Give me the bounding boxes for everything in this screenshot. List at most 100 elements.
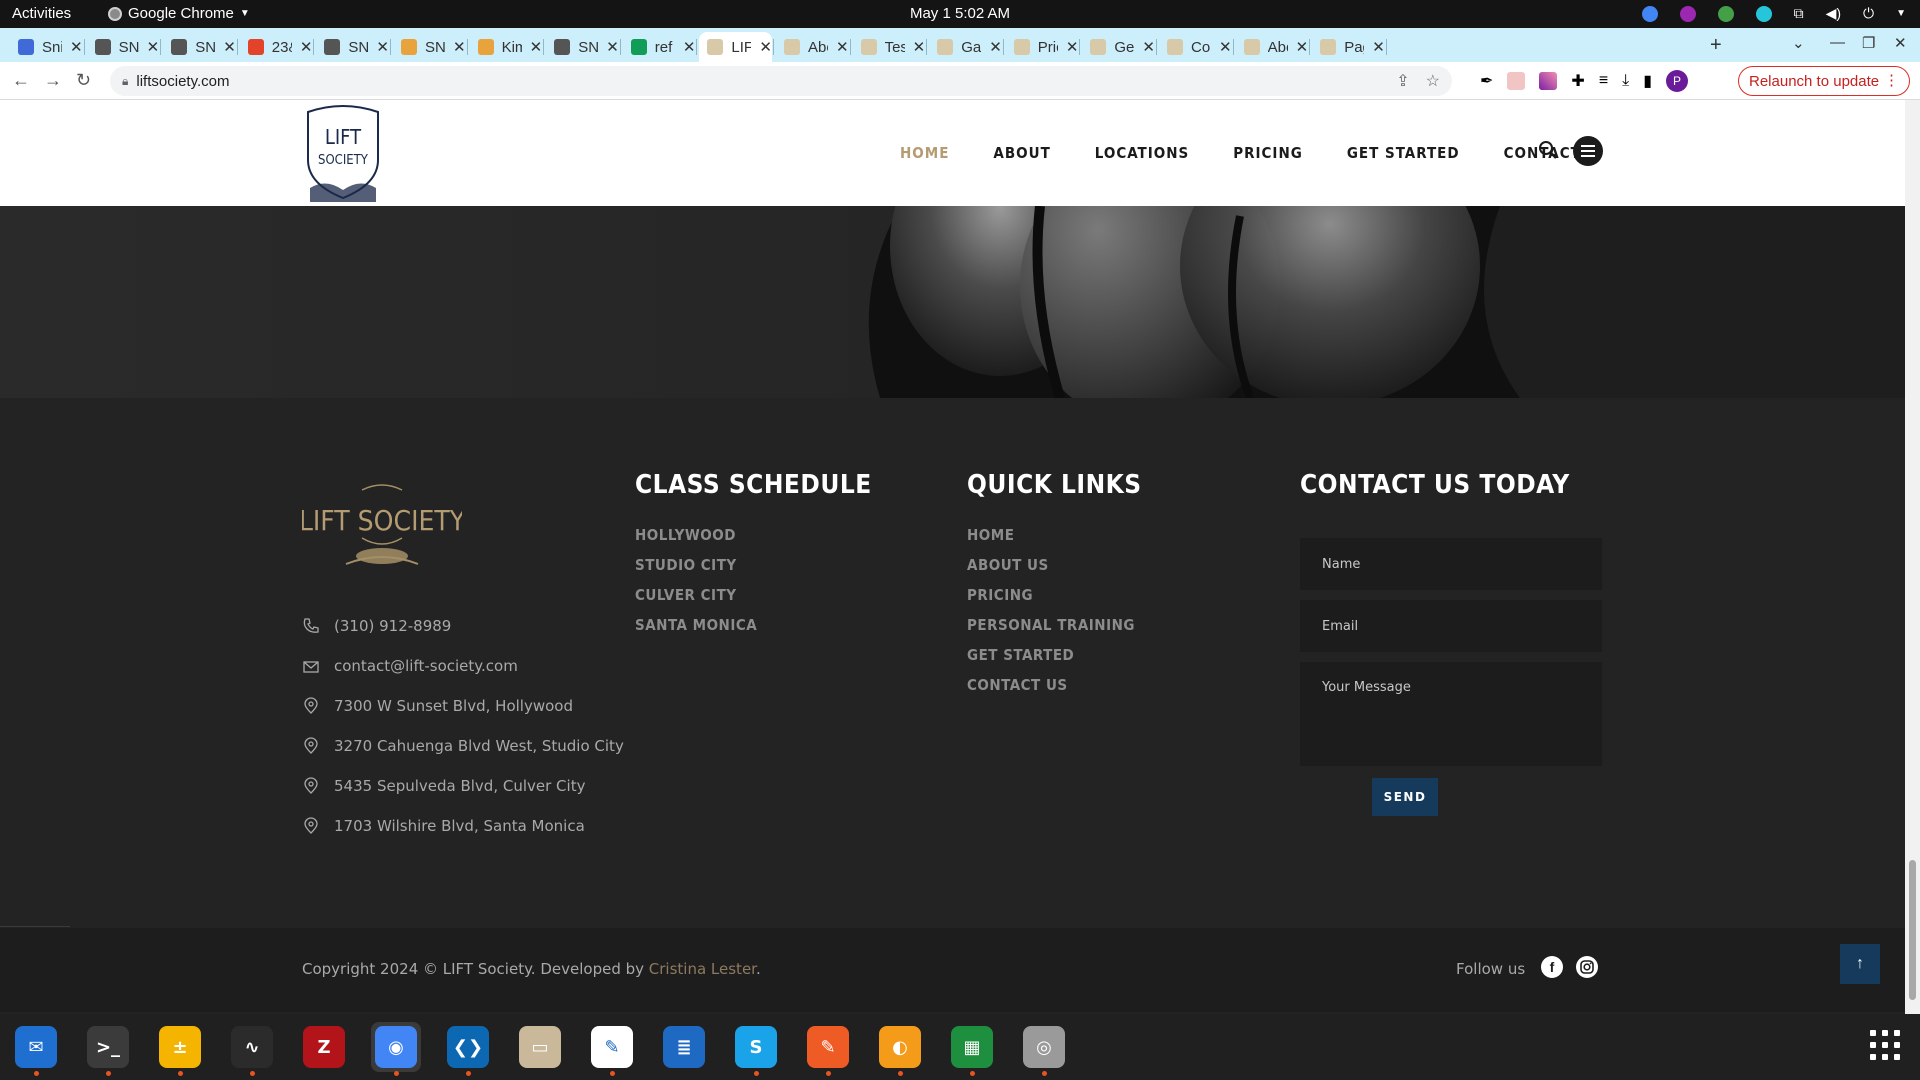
lock-icon[interactable]: 🔒︎ xyxy=(122,74,128,89)
app-menu[interactable]: Google Chrome ▼ xyxy=(108,5,250,22)
close-tab-icon[interactable]: ✕ xyxy=(300,38,313,56)
developer-link[interactable]: Cristina Lester xyxy=(649,960,756,978)
browser-tab[interactable]: 23&I ✕ xyxy=(240,32,315,62)
close-tab-icon[interactable]: ✕ xyxy=(70,38,83,56)
close-tab-icon[interactable]: ✕ xyxy=(989,38,1002,56)
browser-tab[interactable]: Kim ✕ xyxy=(470,32,545,62)
search-icon[interactable] xyxy=(1538,140,1558,165)
side-panel-icon[interactable]: ▮ xyxy=(1643,71,1652,91)
schedule-link-culver-city[interactable]: CULVER CITY xyxy=(635,586,757,616)
close-tab-icon[interactable]: ✕ xyxy=(606,38,619,56)
browser-tab[interactable]: SNiP ✕ xyxy=(87,32,162,62)
dock-filezilla-icon[interactable]: Z xyxy=(299,1022,349,1072)
quick-link-about-us[interactable]: ABOUT US xyxy=(967,556,1135,586)
show-applications-icon[interactable] xyxy=(1870,1030,1900,1060)
nav-locations[interactable]: LOCATIONS xyxy=(1095,144,1189,162)
kebab-menu-icon[interactable]: ⋮ xyxy=(1884,71,1899,89)
dock-postman-icon[interactable]: ✎ xyxy=(803,1022,853,1076)
volume-icon[interactable]: ◀) xyxy=(1826,5,1841,22)
tab-search-icon[interactable]: ⌄ xyxy=(1792,34,1805,52)
minimize-button[interactable]: — xyxy=(1830,34,1845,51)
back-button[interactable]: ← xyxy=(12,70,30,91)
puzzle-extensions-icon[interactable]: ✚ xyxy=(1571,71,1584,91)
forward-button[interactable]: → xyxy=(44,70,62,91)
system-tray[interactable]: ⧉ ◀) ⏻ ▼ xyxy=(1641,5,1906,22)
close-tab-icon[interactable]: ✕ xyxy=(1296,38,1309,56)
activities-button[interactable]: Activities xyxy=(12,5,71,22)
dock-calculator-icon[interactable]: ± xyxy=(155,1022,205,1076)
browser-tab[interactable]: SNiP ✕ xyxy=(393,32,468,62)
contact-email-row[interactable]: contact@lift-society.com xyxy=(302,646,624,686)
power-icon[interactable]: ⏻ xyxy=(1863,5,1874,22)
browser-tab[interactable]: Prici ✕ xyxy=(1006,32,1081,62)
clock[interactable]: May 1 5:02 AM xyxy=(910,5,1010,22)
back-to-top-button[interactable]: ↑ xyxy=(1840,944,1880,984)
browser-tab[interactable]: ref - ✕ xyxy=(623,32,698,62)
contact-email[interactable]: contact@lift-society.com xyxy=(334,657,518,675)
schedule-link-studio-city[interactable]: STUDIO CITY xyxy=(635,556,757,586)
close-tab-icon[interactable]: ✕ xyxy=(1142,38,1155,56)
relaunch-button[interactable]: Relaunch to update ⋮ xyxy=(1738,66,1910,96)
dock-thunderbird-icon[interactable]: ✉ xyxy=(11,1022,61,1076)
dock-text-editor-icon[interactable]: ✎ xyxy=(587,1022,637,1076)
bookmark-star-icon[interactable]: ☆ xyxy=(1426,71,1440,91)
close-tab-icon[interactable]: ✕ xyxy=(223,38,236,56)
nav-pricing[interactable]: PRICING xyxy=(1233,144,1303,162)
browser-tab[interactable]: Abo ✕ xyxy=(776,32,851,62)
dock-files-icon[interactable]: ▭ xyxy=(515,1022,565,1072)
update-tray-icon[interactable] xyxy=(1717,5,1734,22)
chrome-tray-icon[interactable] xyxy=(1641,5,1658,22)
close-window-button[interactable]: ✕ xyxy=(1894,34,1907,52)
instagram-icon[interactable] xyxy=(1576,956,1598,978)
app-tray-icon[interactable] xyxy=(1679,5,1696,22)
reload-button[interactable]: ↻ xyxy=(76,70,91,91)
browser-tab[interactable]: Snip ✕ xyxy=(10,32,85,62)
dock-disk-icon[interactable]: ◎ xyxy=(1019,1022,1069,1076)
new-tab-button[interactable]: + xyxy=(1710,34,1722,57)
page-scrollbar[interactable] xyxy=(1905,100,1920,1014)
close-tab-icon[interactable]: ✕ xyxy=(1066,38,1079,56)
color-extension-icon[interactable] xyxy=(1539,72,1558,90)
nav-get-started[interactable]: GET STARTED xyxy=(1347,144,1460,162)
site-logo[interactable]: LIFT SOCIETY xyxy=(302,102,384,204)
facebook-icon[interactable]: f xyxy=(1541,956,1563,978)
dock-system-monitor-icon[interactable]: ∿ xyxy=(227,1022,277,1076)
close-tab-icon[interactable]: ✕ xyxy=(147,38,160,56)
scrollbar-thumb[interactable] xyxy=(1909,860,1916,1000)
close-tab-icon[interactable]: ✕ xyxy=(836,38,849,56)
quick-link-pricing[interactable]: PRICING xyxy=(967,586,1135,616)
close-tab-icon[interactable]: ✕ xyxy=(683,38,696,56)
contact-phone-row[interactable]: (310) 912-8989 xyxy=(302,606,624,646)
browser-tab[interactable]: SNiP ✕ xyxy=(546,32,621,62)
network-icon[interactable]: ⧉ xyxy=(1794,5,1804,22)
quick-link-personal-training[interactable]: PERSONAL TRAINING xyxy=(967,616,1135,646)
close-tab-icon[interactable]: ✕ xyxy=(453,38,466,56)
dock-calc-sheet-icon[interactable]: ▦ xyxy=(947,1022,997,1076)
dock-vscode-icon[interactable]: ❮❯ xyxy=(443,1022,493,1076)
maximize-button[interactable]: ❐ xyxy=(1862,34,1875,52)
browser-tab[interactable]: Get ✕ xyxy=(1082,32,1157,62)
contact-phone[interactable]: (310) 912-8989 xyxy=(334,617,451,635)
close-tab-icon[interactable]: ✕ xyxy=(376,38,389,56)
dock-app-orange-icon[interactable]: ◐ xyxy=(875,1022,925,1076)
close-tab-icon[interactable]: ✕ xyxy=(1372,38,1385,56)
eyedropper-extension-icon[interactable]: ✒ xyxy=(1480,71,1493,91)
email-field[interactable]: Email xyxy=(1300,600,1602,652)
browser-tab[interactable]: Pag ✕ xyxy=(1312,32,1387,62)
dock-terminal-icon[interactable]: >_ xyxy=(83,1022,133,1076)
browser-tab[interactable]: SNiP ✕ xyxy=(163,32,238,62)
schedule-link-hollywood[interactable]: HOLLYWOOD xyxy=(635,526,757,556)
reading-list-icon[interactable]: ≡ xyxy=(1599,72,1608,90)
chevron-down-icon[interactable]: ▼ xyxy=(1896,8,1906,19)
close-tab-icon[interactable]: ✕ xyxy=(530,38,543,56)
dock-skype-icon[interactable]: S xyxy=(731,1022,781,1076)
quick-link-get-started[interactable]: GET STARTED xyxy=(967,646,1135,676)
nav-home[interactable]: HOME xyxy=(900,144,949,162)
dock-writer-icon[interactable]: ≣ xyxy=(659,1022,709,1072)
address-bar[interactable]: 🔒︎ liftsociety.com ⇪ ☆ xyxy=(110,66,1452,96)
close-tab-icon[interactable]: ✕ xyxy=(913,38,926,56)
close-tab-icon[interactable]: ✕ xyxy=(759,38,772,56)
browser-tab[interactable]: SNiP ✕ xyxy=(316,32,391,62)
download-icon[interactable]: ⤓ xyxy=(1622,72,1629,90)
sync-tray-icon[interactable] xyxy=(1755,5,1772,22)
